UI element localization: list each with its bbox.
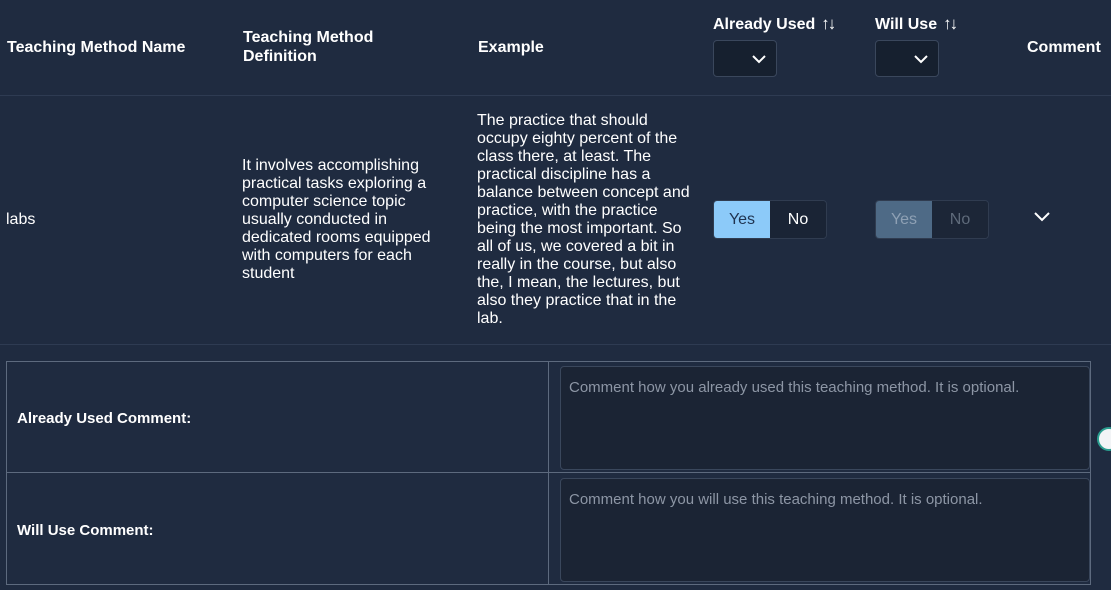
- method-name: labs: [6, 211, 36, 228]
- will-use-toggle: Yes No: [875, 200, 989, 239]
- already-used-yes-button[interactable]: Yes: [714, 201, 770, 238]
- teaching-methods-page: Teaching Method Name Teaching Method Def…: [0, 0, 1111, 590]
- already-used-filter-select[interactable]: [713, 40, 777, 77]
- comments-table: Already Used Comment: Will Use Comment:: [6, 361, 1091, 585]
- header-definition: Teaching Method Definition: [243, 29, 374, 65]
- will-use-comment-label: Will Use Comment:: [17, 522, 154, 539]
- will-use-no-button[interactable]: No: [932, 201, 988, 238]
- header-comment: Comment: [1027, 39, 1101, 56]
- method-definition: It involves accomplishing practical task…: [242, 157, 431, 282]
- method-example: The practice that should occupy eighty p…: [477, 112, 690, 327]
- header-example: Example: [478, 39, 544, 56]
- chevron-down-icon[interactable]: [1034, 212, 1050, 222]
- will-use-comment-row: Will Use Comment:: [7, 473, 1090, 584]
- header-will-use[interactable]: Will Use ↑↓: [875, 14, 958, 34]
- already-used-toggle: Yes No: [713, 200, 827, 239]
- divider: [548, 362, 549, 472]
- divider: [548, 473, 549, 584]
- already-used-comment-label: Already Used Comment:: [17, 410, 192, 427]
- already-used-comment-field[interactable]: [560, 366, 1090, 470]
- table-row: labs It involves accomplishing practical…: [0, 96, 1111, 345]
- chevron-down-icon: [914, 55, 928, 64]
- header-name: Teaching Method Name: [7, 39, 186, 56]
- already-used-comment-row: Already Used Comment:: [7, 362, 1090, 473]
- will-use-filter-select[interactable]: [875, 40, 939, 77]
- sort-icon[interactable]: ↑↓: [821, 14, 836, 33]
- chevron-down-icon: [752, 55, 766, 64]
- sort-icon[interactable]: ↑↓: [943, 14, 958, 33]
- already-used-no-button[interactable]: No: [770, 201, 826, 238]
- header-will-use-label: Will Use: [875, 16, 938, 33]
- floating-button[interactable]: [1097, 427, 1111, 451]
- will-use-comment-field[interactable]: [560, 478, 1090, 582]
- header-already-used-label: Already Used: [713, 16, 816, 33]
- header-already-used[interactable]: Already Used ↑↓: [713, 14, 836, 34]
- will-use-yes-button[interactable]: Yes: [876, 201, 932, 238]
- table-header: Teaching Method Name Teaching Method Def…: [0, 0, 1111, 96]
